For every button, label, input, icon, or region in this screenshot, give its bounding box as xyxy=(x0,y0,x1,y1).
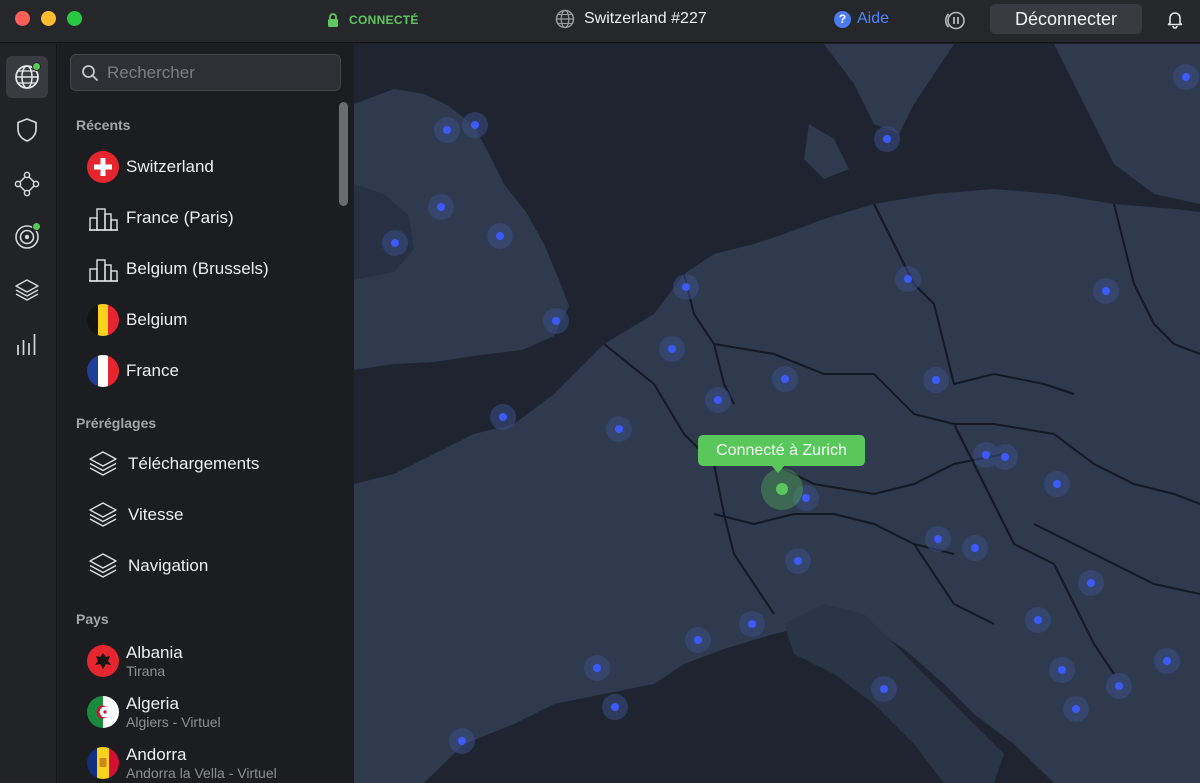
recent-item-label: Switzerland xyxy=(126,157,214,176)
mesh-network-icon xyxy=(14,171,40,197)
country-name: Algeria xyxy=(126,693,179,713)
recent-item-label: France xyxy=(126,361,179,380)
active-dot xyxy=(32,222,41,231)
algeria-flag-icon xyxy=(87,696,119,728)
globe-icon xyxy=(555,9,575,29)
bell-icon[interactable] xyxy=(1165,9,1185,29)
connection-status: CONNECTÉ xyxy=(327,11,419,29)
server-sidebar: Récents Switzerland France (Paris) xyxy=(58,44,353,783)
server-map[interactable]: Connecté à Zurich xyxy=(354,44,1200,783)
disconnect-button[interactable]: Déconnecter xyxy=(990,4,1142,34)
layers-icon xyxy=(89,451,117,476)
minimize-window-button[interactable] xyxy=(41,11,56,26)
rail-presets[interactable] xyxy=(6,269,48,311)
nav-rail xyxy=(0,44,57,783)
rail-meshnet[interactable] xyxy=(6,163,48,205)
section-presets-title: Préréglages xyxy=(76,415,157,431)
online-dot xyxy=(32,62,41,71)
title-bar: CONNECTÉ Switzerland #227 ? Aide Déconne… xyxy=(0,0,1200,43)
layers-icon xyxy=(89,553,117,578)
preset-item-label: Navigation xyxy=(128,556,209,575)
connection-status-text: CONNECTÉ xyxy=(349,13,419,27)
recent-item-belgium[interactable]: Belgium xyxy=(86,300,326,340)
connected-tooltip: Connecté à Zurich xyxy=(698,435,865,466)
pause-icon[interactable] xyxy=(944,9,966,31)
rail-threat-protection[interactable] xyxy=(6,216,48,258)
recent-item-label: France (Paris) xyxy=(126,208,234,227)
preset-item-label: Téléchargements xyxy=(128,454,260,473)
preset-item-browsing[interactable]: Navigation xyxy=(86,546,326,586)
sidebar-scrollbar[interactable] xyxy=(339,102,348,206)
recent-item-switzerland[interactable]: Switzerland xyxy=(86,147,326,187)
country-city: Tirana xyxy=(126,662,166,679)
search-box[interactable] xyxy=(70,54,341,91)
rail-stats[interactable] xyxy=(6,323,48,365)
help-label: Aide xyxy=(857,10,890,27)
albania-flag-icon xyxy=(87,645,119,677)
city-icon xyxy=(89,259,118,282)
switzerland-flag-icon xyxy=(87,151,119,183)
help-icon: ? xyxy=(834,10,851,28)
country-name: Albania xyxy=(126,642,183,662)
country-name: Andorra xyxy=(126,744,187,764)
tooltip-tail xyxy=(771,465,785,473)
europe-map xyxy=(354,44,1200,783)
country-city: Andorra la Vella - Virtuel xyxy=(126,764,277,781)
layers-icon xyxy=(15,279,39,301)
recent-item-france-paris[interactable]: France (Paris) xyxy=(86,198,326,238)
andorra-flag-icon xyxy=(87,747,119,779)
server-name: Switzerland #227 xyxy=(584,10,707,27)
recent-item-label: Belgium xyxy=(126,310,188,329)
rail-shield[interactable] xyxy=(6,109,48,151)
country-city: Algiers - Virtuel xyxy=(126,713,221,730)
connected-location-marker xyxy=(776,483,788,495)
rail-globe[interactable] xyxy=(6,56,48,98)
country-item-albania[interactable]: Albania Tirana xyxy=(86,641,326,681)
section-recents-title: Récents xyxy=(76,117,131,133)
france-flag-icon xyxy=(87,355,119,387)
current-server: Switzerland #227 xyxy=(555,8,707,30)
recent-item-label: Belgium (Brussels) xyxy=(126,259,269,278)
layers-icon xyxy=(89,502,117,527)
maximize-window-button[interactable] xyxy=(67,11,82,26)
city-icon xyxy=(89,208,118,231)
bar-chart-icon xyxy=(17,334,36,355)
recent-item-france[interactable]: France xyxy=(86,351,326,391)
preset-item-downloads[interactable]: Téléchargements xyxy=(86,444,326,484)
preset-item-speed[interactable]: Vitesse xyxy=(86,495,326,535)
country-item-andorra[interactable]: Andorra Andorra la Vella - Virtuel xyxy=(86,743,326,783)
close-window-button[interactable] xyxy=(15,11,30,26)
lock-icon xyxy=(328,13,338,27)
recent-item-belgium-brussels[interactable]: Belgium (Brussels) xyxy=(86,249,326,289)
country-item-algeria[interactable]: Algeria Algiers - Virtuel xyxy=(86,692,326,732)
preset-item-label: Vitesse xyxy=(128,505,184,524)
shield-icon xyxy=(17,118,37,142)
belgium-flag-icon xyxy=(87,304,119,336)
section-countries-title: Pays xyxy=(76,611,109,627)
help-link[interactable]: ? Aide xyxy=(834,9,889,29)
search-input[interactable] xyxy=(107,62,327,83)
search-icon xyxy=(82,64,98,81)
